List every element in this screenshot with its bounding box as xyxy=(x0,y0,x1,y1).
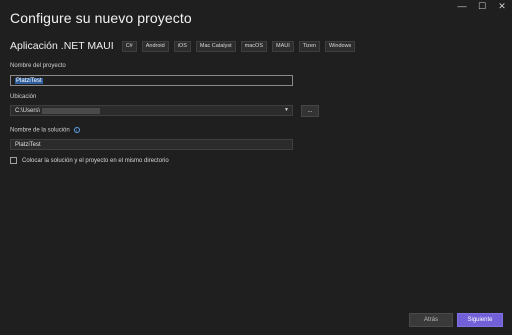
template-name: Aplicación .NET MAUI xyxy=(10,40,114,52)
same-directory-checkbox[interactable] xyxy=(10,157,17,164)
back-button[interactable]: Atrás xyxy=(409,313,453,327)
template-header: Aplicación .NET MAUI C# Android iOS Mac … xyxy=(10,40,360,52)
location-input[interactable]: C:\Users\ ▼ xyxy=(10,105,293,116)
project-name-label: Nombre del proyecto xyxy=(10,63,66,69)
browse-button[interactable]: ... xyxy=(301,105,319,117)
page-title: Configure su nuevo proyecto xyxy=(10,10,192,26)
info-icon[interactable]: i xyxy=(73,127,80,133)
tag-maui: MAUI xyxy=(272,40,294,52)
location-value: C:\Users\ xyxy=(15,107,41,114)
tag-ios: iOS xyxy=(173,40,191,52)
tag-windows: Windows xyxy=(325,40,356,52)
tag-macos: macOS xyxy=(240,40,267,52)
location-label: Ubicación xyxy=(10,94,37,100)
close-icon[interactable]: ✕ xyxy=(492,0,512,12)
solution-name-value: PlatziTest xyxy=(15,141,41,148)
tag-csharp: C# xyxy=(121,40,137,52)
solution-name-label-row: Nombre de la solución i xyxy=(10,127,80,134)
solution-name-input[interactable]: PlatziTest xyxy=(10,139,293,150)
same-directory-label: Colocar la solución y el proyecto en el … xyxy=(22,157,169,164)
maximize-icon[interactable]: ☐ xyxy=(472,0,492,12)
minimize-icon[interactable]: — xyxy=(452,0,472,12)
next-button[interactable]: Siguiente xyxy=(457,313,503,327)
tag-mac-catalyst: Mac Catalyst xyxy=(195,40,236,52)
redacted-path xyxy=(42,107,101,114)
tag-android: Android xyxy=(141,40,169,52)
window-controls: — ☐ ✕ xyxy=(452,0,512,14)
project-name-input[interactable]: PlatziTest xyxy=(10,75,293,86)
project-name-value: PlatziTest xyxy=(15,77,43,84)
chevron-down-icon[interactable]: ▼ xyxy=(284,107,289,113)
same-directory-option[interactable]: Colocar la solución y el proyecto en el … xyxy=(10,157,169,164)
solution-name-label: Nombre de la solución xyxy=(10,127,70,134)
tag-tizen: Tizen xyxy=(298,40,320,52)
